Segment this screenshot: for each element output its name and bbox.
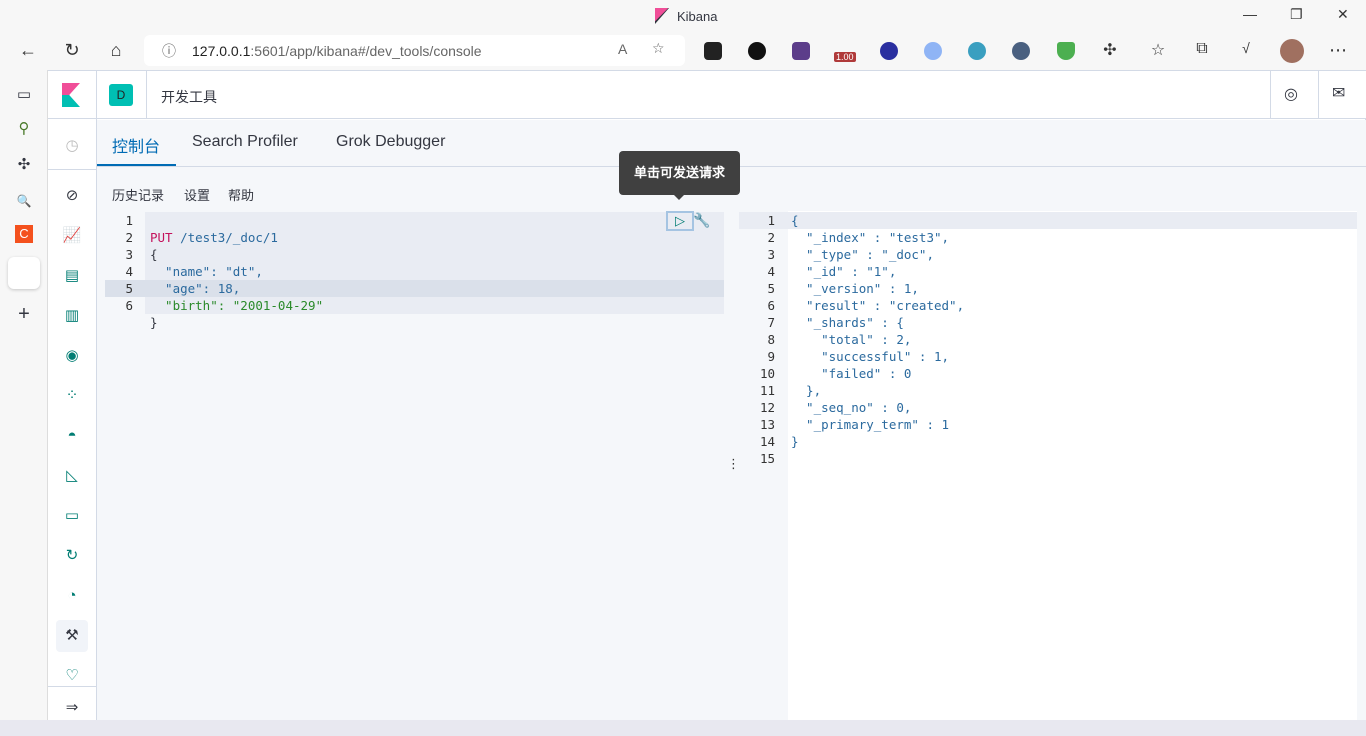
request-line: {: [150, 247, 158, 262]
add-favorite-icon[interactable]: ☆: [652, 40, 665, 57]
response-line: "_shards" : {: [791, 315, 904, 330]
uptime-icon[interactable]: ↻: [62, 546, 82, 566]
response-line: "_primary_term" : 1: [791, 417, 950, 432]
send-request-button[interactable]: ▷: [666, 211, 694, 231]
extension-icon[interactable]: [704, 42, 722, 60]
tab-search-profiler[interactable]: Search Profiler: [192, 133, 298, 151]
kibana-favicon-icon: [655, 8, 669, 24]
send-request-tooltip: 单击可发送请求: [619, 151, 740, 195]
window-title: Kibana: [655, 8, 717, 24]
response-line: "result" : "created",: [791, 298, 965, 313]
ml-icon[interactable]: ⁘: [62, 386, 82, 406]
taskbar: [0, 720, 1366, 736]
extension-icon[interactable]: [924, 42, 942, 60]
extension-icon[interactable]: [1012, 42, 1030, 60]
tab-console[interactable]: 控制台: [112, 133, 160, 157]
tab-grok-debugger[interactable]: Grok Debugger: [336, 133, 445, 151]
settings-link[interactable]: 设置: [184, 185, 210, 204]
extension-icon[interactable]: [968, 42, 986, 60]
breadcrumb: 开发工具: [161, 89, 217, 105]
extension-icon[interactable]: [748, 42, 766, 60]
response-line: "successful" : 1,: [791, 349, 950, 364]
tab-search-icon[interactable]: 🔍: [12, 189, 36, 213]
favorites-icon[interactable]: ☆: [1146, 40, 1170, 60]
address-bar[interactable]: ⓘ 127.0.0.1:5601/app/kibana#/dev_tools/c…: [144, 35, 685, 66]
restore-button[interactable]: ❐: [1290, 6, 1303, 23]
extension-badge[interactable]: 1.00: [834, 52, 856, 62]
tab-kibana[interactable]: [8, 257, 40, 289]
monitoring-icon[interactable]: ♡: [62, 666, 82, 686]
nav-dev-tools[interactable]: ⚒: [56, 620, 88, 652]
logs-icon[interactable]: ◺: [62, 466, 82, 486]
tooltip-arrow: [673, 194, 685, 206]
request-line: "birth": "2001-04-29": [150, 298, 324, 313]
dashboard-icon[interactable]: ▤: [62, 266, 82, 286]
math-solver-icon[interactable]: √: [1234, 40, 1258, 56]
response-line: },: [791, 383, 822, 398]
tab-extension-icon[interactable]: ✣: [12, 153, 36, 177]
url-path: :5601/app/kibana#/dev_tools/console: [250, 43, 482, 59]
url-host: 127.0.0.1: [192, 43, 251, 59]
window-title-text: Kibana: [677, 8, 718, 24]
response-line: "total" : 2,: [791, 332, 912, 347]
help-link[interactable]: 帮助: [228, 185, 254, 204]
request-line: "name": "dt",: [150, 264, 263, 279]
canvas-icon[interactable]: ▥: [62, 306, 82, 326]
space-avatar[interactable]: D: [109, 84, 133, 106]
extension-icon[interactable]: [792, 42, 810, 60]
more-menu-icon[interactable]: ⋯: [1326, 40, 1350, 61]
dev-tools-icon: ⚒: [65, 627, 79, 644]
collections-icon[interactable]: ⧉: [1190, 40, 1214, 58]
refresh-button[interactable]: ↻: [60, 40, 84, 61]
active-tab-indicator: [97, 164, 176, 166]
new-tab-button[interactable]: +: [12, 302, 36, 326]
request-path: /test3/_doc/1: [180, 230, 278, 245]
minimize-button[interactable]: —: [1243, 6, 1257, 22]
maps-icon[interactable]: ◉: [62, 346, 82, 366]
infrastructure-icon[interactable]: ◓: [62, 426, 82, 446]
info-icon[interactable]: ⓘ: [162, 41, 176, 61]
apm-icon[interactable]: ▭: [62, 506, 82, 526]
request-editor[interactable]: ▷ 🔧 123456 PUT /test3/_doc/1 { "name": "…: [105, 211, 724, 720]
collapse-nav-icon[interactable]: ⇒: [62, 698, 82, 718]
response-line: {: [791, 213, 799, 228]
request-line: }: [150, 315, 158, 330]
tab-c-icon[interactable]: C: [15, 225, 33, 243]
response-line: }: [791, 434, 799, 449]
response-line: "_version" : 1,: [791, 281, 919, 296]
kibana-header: D 开发工具 ◎ ✉: [48, 71, 1366, 119]
response-body: { "_index" : "test3", "_type" : "_doc", …: [791, 212, 964, 450]
home-button[interactable]: ⌂: [104, 40, 128, 61]
newsfeed-icon[interactable]: ✉: [1332, 83, 1345, 103]
request-line: "age": 18,: [150, 281, 241, 296]
response-line: "_type" : "_doc",: [791, 247, 934, 262]
response-line: "failed" : 0: [791, 366, 912, 381]
response-line: "_index" : "test3",: [791, 230, 950, 245]
kibana-logo[interactable]: [62, 83, 80, 107]
extensions-icon[interactable]: ✣: [1098, 40, 1122, 60]
help-menu-icon[interactable]: ◎: [1284, 84, 1298, 104]
close-window-button[interactable]: ✕: [1337, 6, 1349, 23]
visualize-icon[interactable]: 📈: [62, 226, 82, 246]
response-line: "_id" : "1",: [791, 264, 897, 279]
profile-avatar[interactable]: [1280, 39, 1304, 63]
siem-icon[interactable]: ◔: [62, 586, 82, 606]
recently-viewed-icon[interactable]: ◷: [62, 136, 82, 156]
extension-icon[interactable]: [880, 42, 898, 60]
back-button[interactable]: ←: [16, 40, 40, 61]
wrench-actions-icon[interactable]: 🔧: [693, 212, 710, 229]
tab-actions-icon[interactable]: ▭: [12, 83, 36, 107]
discover-icon[interactable]: ⊘: [62, 186, 82, 206]
request-method: PUT: [150, 230, 173, 245]
read-aloud-icon[interactable]: A: [618, 41, 627, 57]
response-line: "_seq_no" : 0,: [791, 400, 912, 415]
response-viewer: 1 2 3 4 5 6 7 8 9 10 11 12 13 14 15 { "_index" : "test…: [739, 211, 1357, 720]
adguard-icon[interactable]: [1057, 42, 1075, 60]
history-link[interactable]: 历史记录: [112, 185, 164, 204]
tab-icon[interactable]: ⚲: [12, 117, 36, 141]
